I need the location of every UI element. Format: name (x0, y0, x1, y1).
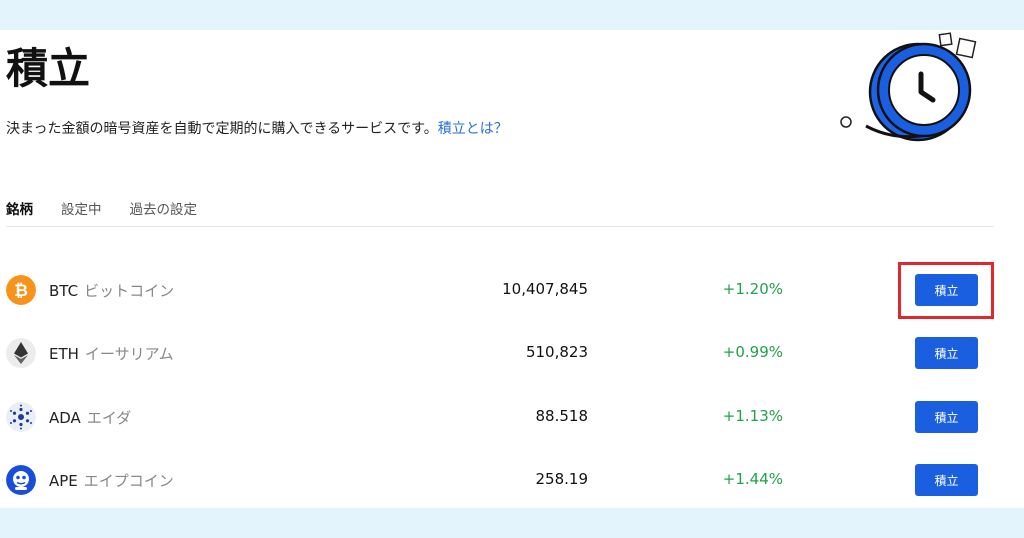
svg-text:₿: ₿ (14, 281, 28, 301)
coin-row-eth: ETH イーサリアム 510,823 +0.99% 積立 (6, 333, 994, 373)
coin-row-ape: APE エイプコイン 258.19 +1.44% 積立 (6, 460, 994, 500)
coin-price: 10,407,845 (502, 280, 588, 298)
coin-change: +1.44% (722, 470, 783, 488)
tab-symbols[interactable]: 銘柄 (6, 198, 33, 218)
tab-divider (6, 226, 994, 227)
coin-row-ada: ADA エイダ 88.518 +1.13% 積立 (6, 397, 994, 437)
clock-illustration-icon (840, 32, 977, 142)
coin-label: ADA エイダ (49, 407, 131, 428)
coin-row-btc: ₿ BTC ビットコイン 10,407,845 +1.20% 積立 (6, 270, 994, 310)
tab-bar: 銘柄 設定中 過去の設定 (6, 198, 225, 218)
description-text: 決まった金額の暗号資産を自動で定期的に購入できるサービスです。 (6, 121, 438, 137)
coin-name: ビットコイン (84, 282, 175, 300)
accumulate-button-ape[interactable]: 積立 (915, 464, 978, 496)
tab-active-settings[interactable]: 設定中 (61, 198, 102, 218)
page-description: 決まった金額の暗号資産を自動で定期的に購入できるサービスです。積立とは？ (6, 118, 508, 138)
coin-label: APE エイプコイン (49, 470, 174, 491)
coin-symbol: BTC (49, 282, 79, 300)
page-title: 積立 (6, 44, 91, 93)
coin-price: 510,823 (525, 343, 588, 361)
coin-symbol: APE (49, 472, 78, 490)
cardano-icon (6, 402, 36, 432)
coin-name: エイプコイン (83, 472, 174, 490)
coin-symbol: ETH (49, 345, 79, 363)
coin-price: 88.518 (535, 407, 589, 425)
accumulate-button-ada[interactable]: 積立 (915, 401, 978, 433)
coin-name: エイダ (86, 409, 132, 427)
tab-past-settings[interactable]: 過去の設定 (130, 198, 198, 218)
coin-symbol: ADA (49, 409, 81, 427)
accumulate-button-eth[interactable]: 積立 (915, 337, 978, 369)
main-panel: 積立 決まった金額の暗号資産を自動で定期的に購入できるサービスです。積立とは？ … (0, 30, 1024, 508)
coin-change: +1.13% (722, 407, 783, 425)
ethereum-icon (6, 338, 36, 368)
highlight-box (898, 262, 994, 319)
coin-label: ETH イーサリアム (49, 343, 174, 364)
coin-change: +0.99% (722, 343, 783, 361)
apecoin-icon (6, 465, 36, 495)
coin-change: +1.20% (722, 280, 783, 298)
coin-price: 258.19 (535, 470, 589, 488)
about-link[interactable]: 積立とは？ (438, 121, 508, 137)
coin-name: イーサリアム (84, 345, 174, 363)
coin-label: BTC ビットコイン (49, 280, 174, 301)
bitcoin-icon: ₿ (6, 275, 36, 305)
